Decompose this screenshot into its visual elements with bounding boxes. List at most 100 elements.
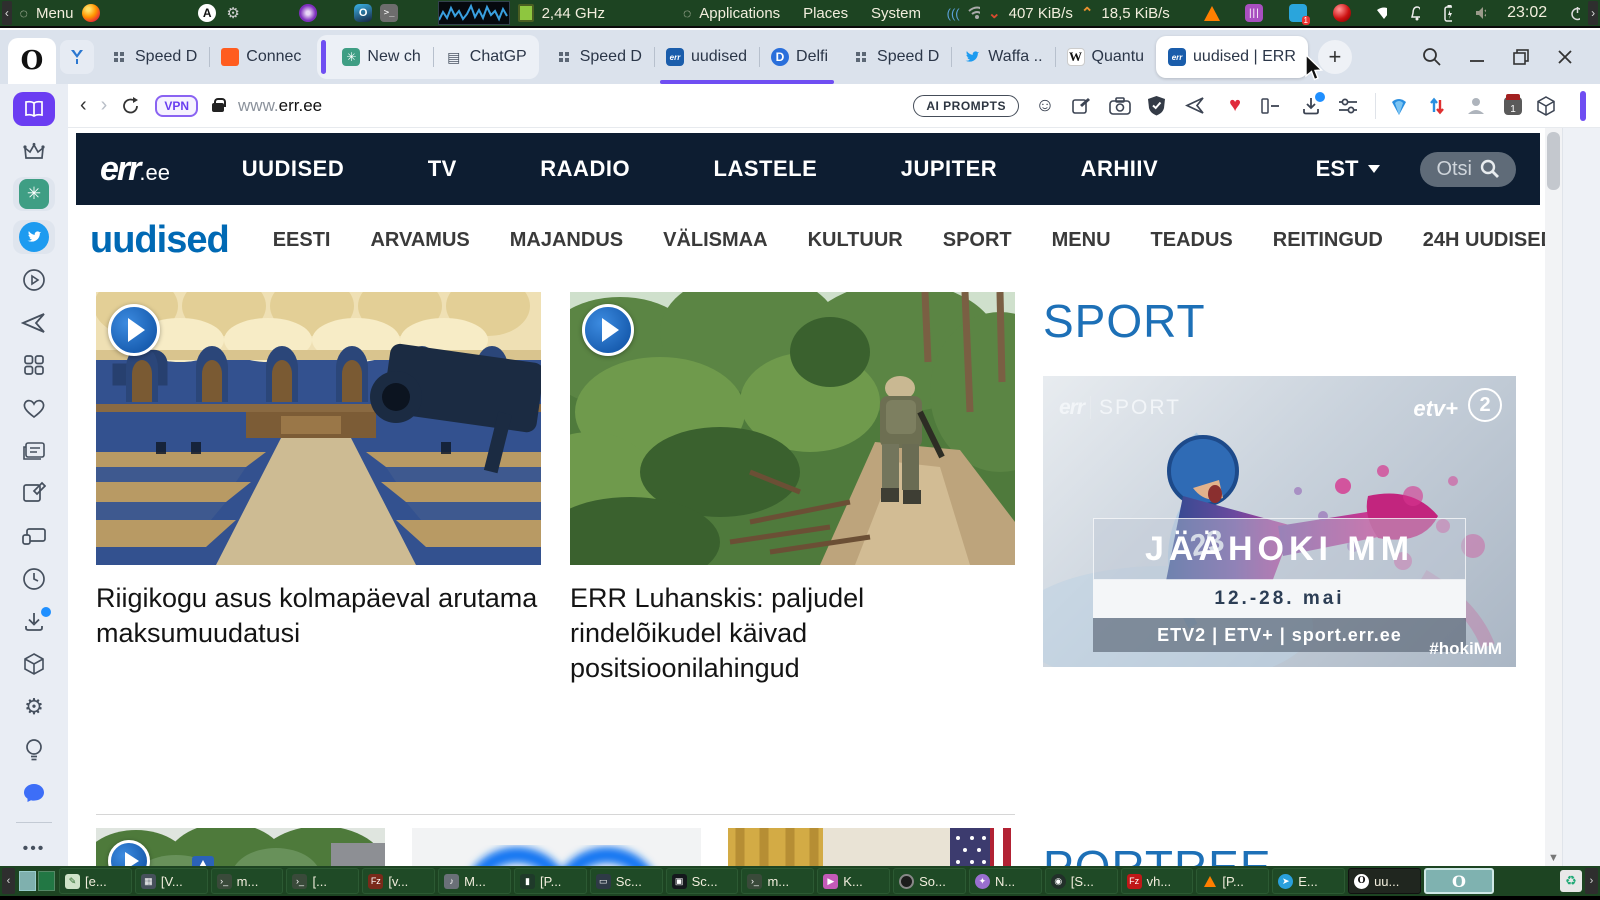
article-street-thumbnail[interactable] <box>96 828 385 866</box>
taskbar-collapse-left[interactable]: ‹ <box>2 868 15 894</box>
menu-places[interactable]: Places <box>803 5 848 22</box>
opera-icon[interactable]: O <box>354 4 373 22</box>
play-icon[interactable] <box>582 304 634 356</box>
messenger-icon[interactable] <box>13 776 55 810</box>
new-tab-button[interactable]: + <box>1317 40 1352 74</box>
taskbar-window[interactable]: ➤ E... <box>1272 868 1346 894</box>
camera-icon[interactable] <box>1109 96 1133 115</box>
back-icon[interactable]: ‹ <box>80 94 87 117</box>
news-icon[interactable] <box>13 434 55 468</box>
nav-lastele[interactable]: LASTELE <box>714 156 818 182</box>
devices-icon[interactable] <box>13 519 55 553</box>
smiley-icon[interactable]: ☺ <box>1033 95 1057 117</box>
taskbar-window[interactable]: ◉ [S... <box>1044 868 1118 894</box>
panel-collapse-right[interactable]: › <box>1588 1 1598 25</box>
bookmark-edit-icon[interactable] <box>1071 96 1095 116</box>
article-1-title[interactable]: Riigikogu asus kolmapäeval arutama maksu… <box>96 581 541 651</box>
heart-icon[interactable]: ♥ <box>1223 94 1247 117</box>
tab-speed-dial-2[interactable]: Speed D <box>543 37 655 77</box>
subnav-menu[interactable]: MENU <box>1052 229 1111 252</box>
article-biden-thumbnail[interactable] <box>728 828 1015 866</box>
lightbulb-icon[interactable] <box>13 733 55 767</box>
taskbar-window[interactable]: ›_ m... <box>210 868 284 894</box>
nav-tv[interactable]: TV <box>428 156 457 182</box>
cpu-graph-icon[interactable] <box>437 1 510 25</box>
nav-arhiiv[interactable]: ARHIIV <box>1081 156 1159 182</box>
subnav-arvamus[interactable]: ARVAMUS <box>370 229 469 252</box>
wifi-signal-icon[interactable]: ((( <box>947 6 960 21</box>
mail-badge-icon[interactable]: 1 <box>1288 4 1310 25</box>
err-logo[interactable]: err.ee <box>100 150 170 189</box>
taskbar-window[interactable]: ▶ K... <box>817 868 891 894</box>
article-2-video-thumbnail[interactable] <box>570 292 1015 565</box>
record-orb-icon[interactable] <box>1332 4 1351 22</box>
tab-quantum[interactable]: W Quantu <box>1055 37 1156 77</box>
sport-banner[interactable]: 23 err SPORT etv+ 2 JÄÄHOKI MM 12.-28. ma… <box>1043 376 1516 667</box>
tor-icon[interactable] <box>299 4 318 22</box>
nav-raadio[interactable]: RAADIO <box>540 156 630 182</box>
shield-check-icon[interactable] <box>1147 95 1171 116</box>
nav-uudised[interactable]: UUDISED <box>242 156 345 182</box>
subnav-eesti[interactable]: EESTI <box>273 229 331 252</box>
subnav-teadus[interactable]: TEADUS <box>1151 229 1233 252</box>
terminal-icon[interactable]: >_ <box>380 4 399 22</box>
taskbar-window[interactable]: ▦ [V... <box>134 868 208 894</box>
vpn-ext-icon[interactable] <box>1390 96 1414 116</box>
tab-connec[interactable]: Connec <box>209 37 313 77</box>
taskbar-window[interactable]: ▣ Sc... <box>665 868 739 894</box>
tab-speed-dial-3[interactable]: Speed D <box>840 37 953 77</box>
subnav-sport[interactable]: SPORT <box>943 229 1012 252</box>
trash-icon[interactable]: ♻ <box>1559 870 1582 892</box>
vpn-badge[interactable]: VPN <box>155 94 199 117</box>
ellipsis-icon[interactable]: ••• <box>13 832 55 866</box>
chip-icon[interactable] <box>517 4 534 22</box>
download-icon[interactable] <box>1299 91 1325 116</box>
clock[interactable]: 23:02 <box>1507 4 1547 22</box>
page-scrollbar[interactable]: ▼ <box>1545 128 1562 866</box>
opera-menu-button[interactable]: O <box>8 38 56 84</box>
tab-new-chat[interactable]: ✳ New ch <box>330 37 434 77</box>
updown-ext-icon[interactable] <box>1428 96 1452 116</box>
article-2[interactable]: ERR Luhanskis: paljudel rindelõikudel kä… <box>570 292 1015 686</box>
battery-icon[interactable] <box>1443 4 1452 22</box>
volume-muted-icon[interactable] <box>1475 6 1486 20</box>
article-2-title[interactable]: ERR Luhanskis: paljudel rindelõikudel kä… <box>570 581 1015 686</box>
firefox-icon[interactable] <box>81 4 100 22</box>
language-selector[interactable]: EST <box>1316 156 1381 182</box>
taskbar-window[interactable]: ✎ [e... <box>59 868 132 894</box>
cart-badge-ext-icon[interactable]: 1 <box>1504 93 1522 115</box>
taskbar-window[interactable]: ▮ [P... <box>513 868 587 894</box>
vlc-icon[interactable] <box>1203 5 1220 21</box>
wifi-tray-icon[interactable] <box>1376 7 1388 20</box>
taskbar-window[interactable]: ▭ Sc... <box>589 868 663 894</box>
chatgpt-icon[interactable]: ✳ <box>13 177 55 212</box>
menu-applications[interactable]: Applications <box>699 5 780 22</box>
menu-system[interactable]: System <box>871 5 921 22</box>
taskbar-window[interactable]: Fz vh... <box>1120 868 1194 894</box>
grid-icon[interactable] <box>13 348 55 382</box>
menu-button[interactable]: Menu <box>36 5 74 22</box>
taskbar-collapse-right[interactable]: › <box>1584 868 1598 894</box>
settings-gear-icon[interactable]: ⚙ <box>13 690 55 724</box>
article-1[interactable]: Riigikogu asus kolmapäeval arutama maksu… <box>96 292 541 651</box>
close-icon[interactable] <box>1556 48 1574 66</box>
send-plane-icon[interactable] <box>13 306 55 340</box>
pinboard-icon[interactable] <box>13 477 55 511</box>
taskbar-window[interactable]: ›_ m... <box>741 868 815 894</box>
subnav-kultuur[interactable]: KULTUUR <box>808 229 903 252</box>
heart-icon[interactable] <box>13 391 55 425</box>
search-a-icon[interactable]: A <box>198 4 217 22</box>
minimize-icon[interactable] <box>1468 48 1486 66</box>
search-button[interactable]: Otsi <box>1420 151 1516 187</box>
taskbar-window[interactable]: ♪ M... <box>438 868 511 894</box>
tab-uudised[interactable]: err uudised <box>654 37 761 77</box>
taskbar-window[interactable]: Fz [v... <box>362 868 436 894</box>
taskbar-window[interactable]: [P... <box>1196 868 1270 894</box>
scrollbar-down-arrow[interactable]: ▼ <box>1548 852 1559 864</box>
uudised-logo[interactable]: uudised <box>90 219 230 262</box>
sport-heading[interactable]: SPORT <box>1043 294 1516 348</box>
taskbar-window[interactable]: ›_ [... <box>286 868 360 894</box>
reading-list-icon[interactable] <box>13 92 55 126</box>
tab-search-icon[interactable] <box>1422 47 1442 67</box>
play-icon[interactable] <box>108 304 160 356</box>
